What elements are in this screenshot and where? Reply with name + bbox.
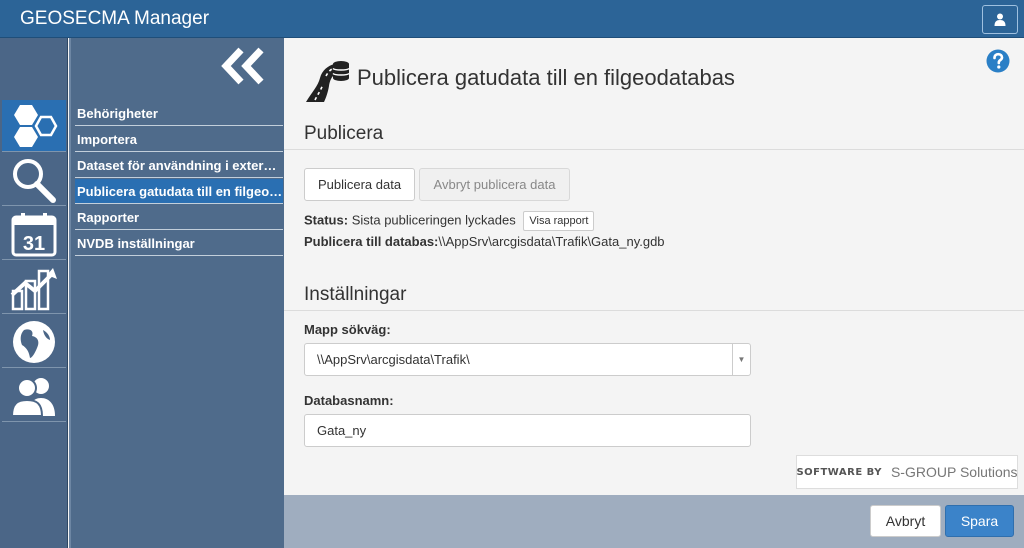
iconbar-item-hexagons[interactable]: [2, 100, 66, 152]
calendar-icon: 31: [11, 212, 57, 256]
database-name-input[interactable]: Gata_ny: [304, 414, 751, 447]
status-label: Status:: [304, 212, 349, 228]
view-report-button[interactable]: Visa rapport: [523, 211, 595, 231]
nav-item-rapporter[interactable]: Rapporter: [75, 205, 283, 230]
globe-icon: [13, 320, 55, 363]
nav-item-nvdb[interactable]: NVDB inställningar: [75, 231, 283, 256]
chart-icon: [10, 267, 57, 310]
section-heading-publicera: Publicera: [304, 123, 384, 144]
publish-target-line: Publicera till databas:\\AppSrv\arcgisda…: [304, 234, 665, 249]
road-database-icon: [304, 56, 352, 104]
vendor-name: S-GROUP Solutions: [890, 464, 1018, 480]
publish-data-button[interactable]: Publicera data: [304, 168, 415, 201]
iconbar-item-users[interactable]: [2, 370, 66, 422]
user-icon: [994, 13, 1006, 26]
nav-item-publicera-gatudata[interactable]: Publicera gatudata till en filgeodatabas: [75, 179, 283, 204]
folder-path-label: Mapp sökväg:: [304, 322, 391, 337]
chevron-down-icon[interactable]: ▼: [732, 344, 750, 375]
section-divider: [284, 149, 1024, 150]
nav-item-importera[interactable]: Importera: [75, 127, 283, 152]
search-icon: [13, 158, 56, 203]
folder-path-select[interactable]: \\AppSrv\arcgisdata\Trafik\ ▼: [304, 343, 751, 376]
iconbar-item-calendar[interactable]: 31: [2, 208, 66, 260]
publish-target-value: \\AppSrv\arcgisdata\Trafik\Gata_ny.gdb: [438, 234, 665, 249]
save-button[interactable]: Spara: [945, 505, 1014, 537]
nav-item-dataset[interactable]: Dataset för användning i externa system: [75, 153, 283, 178]
vendor-logo: SOFTWARE BY S-GROUP Solutions: [796, 455, 1018, 489]
iconbar-item-chart[interactable]: [2, 262, 66, 314]
hexagons-icon: [14, 104, 58, 147]
vendor-prefix: SOFTWARE BY: [796, 466, 882, 478]
iconbar-item-search[interactable]: [2, 154, 66, 206]
section-heading-installningar: Inställningar: [304, 284, 407, 305]
database-name-label: Databasnamn:: [304, 393, 394, 408]
cancel-button[interactable]: Avbryt: [870, 505, 941, 537]
calendar-day: 31: [23, 233, 45, 255]
users-icon: [10, 377, 55, 417]
footer-bar: Avbryt Spara: [284, 495, 1024, 548]
page-title: Publicera gatudata till en filgeodatabas: [357, 65, 735, 90]
user-button[interactable]: [982, 5, 1018, 34]
section-divider: [284, 310, 1024, 311]
top-bar: GEOSECMA Manager: [0, 0, 1024, 38]
publish-target-label: Publicera till databas:: [304, 234, 439, 249]
nav-item-behorigheter[interactable]: Behörigheter: [75, 101, 283, 126]
status-value: Sista publiceringen lyckades: [351, 212, 516, 228]
double-chevron-left-icon: [221, 47, 264, 85]
folder-path-value: \\AppSrv\arcgisdata\Trafik\: [317, 352, 470, 367]
main-content: Publicera gatudata till en filgeodatabas…: [284, 38, 1024, 495]
iconbar-item-globe[interactable]: [2, 316, 66, 368]
cancel-publish-button[interactable]: Avbryt publicera data: [419, 168, 570, 201]
app-title: GEOSECMA Manager: [20, 8, 210, 29]
icon-sidebar: 31: [0, 38, 68, 548]
status-line: Status: Sista publiceringen lyckades Vis…: [304, 211, 595, 231]
help-button[interactable]: [986, 49, 1010, 73]
nav-panel: Behörigheter Importera Dataset för använ…: [69, 38, 284, 548]
collapse-nav-button[interactable]: [219, 46, 269, 86]
help-icon: [986, 49, 1010, 73]
